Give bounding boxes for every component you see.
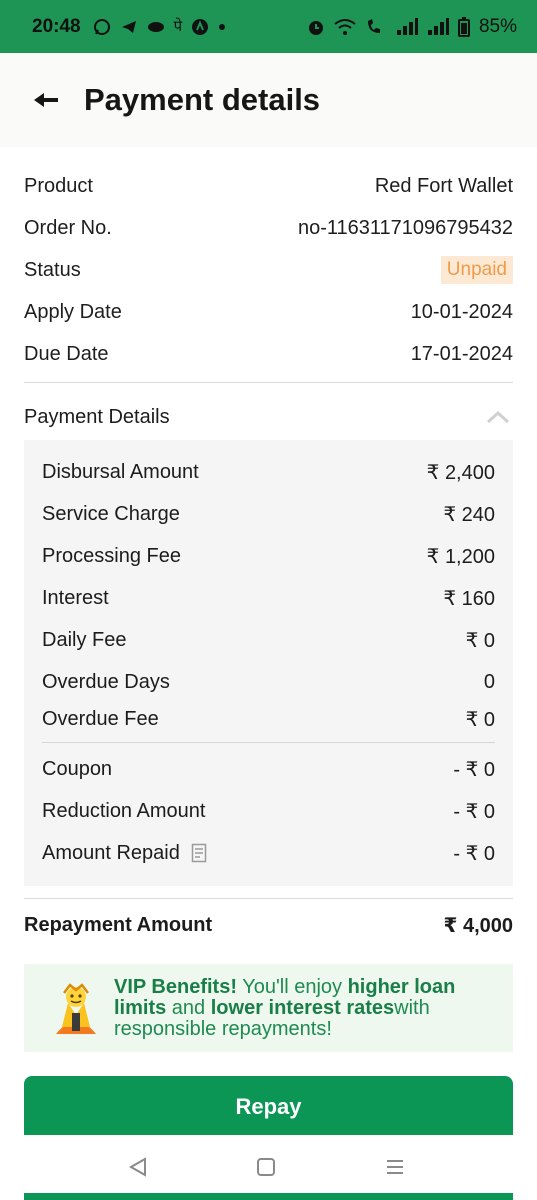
vip-highlight: lower interest rates xyxy=(210,996,395,1019)
fee-row: Overdue Days 0 xyxy=(42,661,495,703)
nav-home-button[interactable] xyxy=(252,1153,280,1181)
repayment-amount-row: Repayment Amount ₹ 4,000 xyxy=(24,904,513,946)
repayment-amount-label: Repayment Amount xyxy=(24,913,213,936)
gamepad-icon xyxy=(147,21,164,32)
order-summary: Product Red Fort Wallet Order No. no-116… xyxy=(24,165,513,375)
fee-value: 0 xyxy=(483,670,495,693)
volte-icon xyxy=(367,18,380,33)
chevron-up-icon[interactable] xyxy=(483,402,513,432)
product-label: Product xyxy=(24,174,93,197)
fee-label: Service Charge xyxy=(42,502,180,525)
fee-value: ₹ 1,200 xyxy=(426,545,495,568)
phonepe-icon: पे xyxy=(173,18,183,35)
payment-details-panel: Disbursal Amount ₹ 2,400 Service Charge … xyxy=(24,440,513,886)
due-date-value: 17-01-2024 xyxy=(410,342,513,365)
alarm-icon xyxy=(308,20,323,35)
deduction-value: - ₹ 0 xyxy=(453,758,495,781)
fee-row: Daily Fee ₹ 0 xyxy=(42,619,495,661)
nav-back-button[interactable] xyxy=(124,1153,152,1181)
fee-row: Disbursal Amount ₹ 2,400 xyxy=(42,451,495,493)
battery-icon xyxy=(457,16,470,37)
order-number-label: Order No. xyxy=(24,216,112,239)
deduction-row: Reduction Amount - ₹ 0 xyxy=(42,790,495,832)
fee-value: ₹ 0 xyxy=(465,709,495,731)
fee-label: Interest xyxy=(42,586,109,609)
menu-lines-icon xyxy=(387,1160,403,1174)
order-number-row: Order No. no-11631171096795432 xyxy=(24,207,513,249)
fee-label: Overdue Fee xyxy=(42,708,159,730)
vip-benefits-text: VIP Benefits! You'll enjoy higher loan l… xyxy=(114,975,501,1040)
vip-benefits-banner[interactable]: VIP Benefits! You'll enjoy higher loan l… xyxy=(24,964,513,1052)
deductions-divider xyxy=(42,742,495,743)
back-button[interactable] xyxy=(26,80,66,120)
wifi-icon xyxy=(334,18,356,35)
apply-date-row: Apply Date 10-01-2024 xyxy=(24,291,513,333)
payment-details-toggle[interactable]: Payment Details xyxy=(24,396,513,438)
page-title: Payment details xyxy=(84,82,321,117)
triangle-back-icon xyxy=(128,1157,146,1177)
telegram-icon xyxy=(121,20,136,33)
square-home-icon xyxy=(257,1158,275,1176)
repayment-amount-value: ₹ 4,000 xyxy=(443,914,513,937)
vip-title: VIP Benefits! xyxy=(114,975,237,998)
fee-value: ₹ 2,400 xyxy=(426,461,495,484)
fee-value: ₹ 160 xyxy=(443,587,495,610)
product-row: Product Red Fort Wallet xyxy=(24,165,513,207)
signal-icon xyxy=(396,17,418,35)
system-nav-bar xyxy=(0,1135,537,1200)
receipt-icon[interactable] xyxy=(191,843,207,863)
fee-row: Processing Fee ₹ 1,200 xyxy=(42,535,495,577)
fee-value: ₹ 0 xyxy=(465,629,495,652)
section-divider xyxy=(24,898,513,899)
status-bar: 20:48 पे 85% xyxy=(0,0,537,53)
dot-icon xyxy=(219,23,226,30)
status-time: 20:48 xyxy=(32,15,81,37)
repay-button[interactable]: Repay xyxy=(24,1076,513,1138)
deduction-label: Amount Repaid xyxy=(42,841,180,864)
due-date-label: Due Date xyxy=(24,342,109,365)
payment-details-title: Payment Details xyxy=(24,405,170,428)
apply-date-value: 10-01-2024 xyxy=(410,300,513,323)
fee-value: ₹ 240 xyxy=(443,503,495,526)
signal-icon xyxy=(427,17,449,35)
fee-label: Disbursal Amount xyxy=(42,460,199,483)
section-divider xyxy=(24,382,513,383)
vip-text-part: and xyxy=(166,996,211,1019)
fee-row: Interest ₹ 160 xyxy=(42,577,495,619)
deduction-row: Coupon - ₹ 0 xyxy=(42,748,495,790)
notification-icons: पे xyxy=(93,18,227,36)
whatsapp-icon xyxy=(93,18,110,35)
fee-label: Processing Fee xyxy=(42,544,181,567)
fee-label: Daily Fee xyxy=(42,628,127,651)
battery-percent: 85% xyxy=(478,15,517,37)
due-date-row: Due Date 17-01-2024 xyxy=(24,333,513,375)
status-label: Status xyxy=(24,258,81,281)
nav-recents-button[interactable] xyxy=(381,1153,409,1181)
status-row: Status Unpaid xyxy=(24,249,513,291)
deduction-value: - ₹ 0 xyxy=(453,842,495,865)
product-value: Red Fort Wallet xyxy=(374,174,513,197)
fee-label: Overdue Days xyxy=(42,670,170,693)
vip-crown-icon xyxy=(56,983,96,1034)
apply-date-label: Apply Date xyxy=(24,300,122,323)
back-arrow-icon xyxy=(34,93,58,107)
status-badge: Unpaid xyxy=(440,256,513,284)
button-shadow-strip xyxy=(24,1193,513,1200)
amount-repaid-cell: Amount Repaid xyxy=(42,842,207,865)
deduction-row: Amount Repaid - ₹ 0 xyxy=(42,832,495,874)
deduction-label: Coupon xyxy=(42,757,113,780)
order-number-value: no-11631171096795432 xyxy=(297,216,513,239)
fee-row: Overdue Fee ₹ 0 xyxy=(42,703,495,736)
deduction-value: - ₹ 0 xyxy=(453,800,495,823)
vip-text-part: You'll enjoy xyxy=(237,975,348,998)
app-header: Payment details xyxy=(0,53,537,147)
fee-row: Service Charge ₹ 240 xyxy=(42,493,495,535)
app-icon xyxy=(192,18,209,35)
deduction-label: Reduction Amount xyxy=(42,799,206,822)
system-icons: 85% xyxy=(307,16,517,38)
